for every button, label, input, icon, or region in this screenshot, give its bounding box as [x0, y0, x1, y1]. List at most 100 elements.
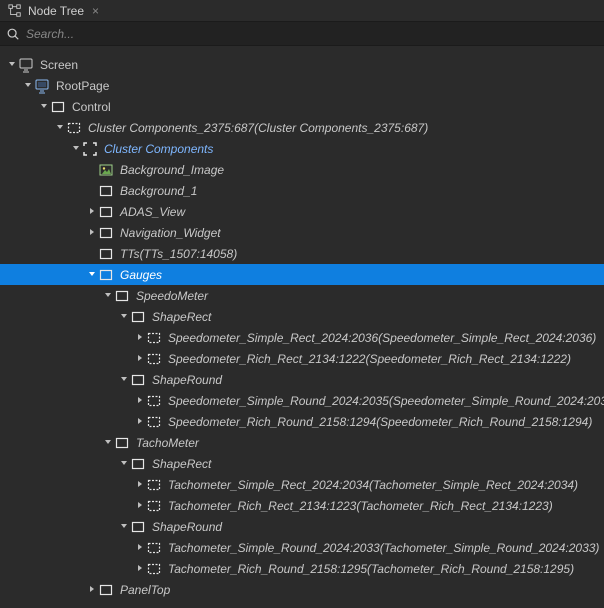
rect-icon: [98, 183, 114, 199]
node-label: SpeedoMeter: [136, 289, 208, 303]
node-screen[interactable]: Screen: [0, 54, 604, 75]
node-tree[interactable]: Screen RootPage Control Cluster Components_…: [0, 46, 604, 600]
node-speedo-simple-round[interactable]: Speedometer_Simple_Round_2024:2035 (Spee…: [0, 390, 604, 411]
node-tachometer[interactable]: TachoMeter: [0, 432, 604, 453]
chevron-right-icon[interactable]: [86, 207, 98, 217]
dashrect-icon: [146, 540, 162, 556]
node-background-image[interactable]: Background_Image: [0, 159, 604, 180]
node-speedo-shaperect[interactable]: ShapeRect: [0, 306, 604, 327]
node-label: Speedometer_Simple_Round_2024:2035: [168, 394, 389, 408]
chevron-right-icon[interactable]: [134, 480, 146, 490]
node-suffix: (TTs_1507:14058): [140, 247, 238, 261]
node-label: Navigation_Widget: [120, 226, 221, 240]
node-rootpage[interactable]: RootPage: [0, 75, 604, 96]
chevron-right-icon[interactable]: [134, 501, 146, 511]
node-label: Cluster Components_2375:687: [88, 121, 254, 135]
chevron-right-icon[interactable]: [134, 564, 146, 574]
node-navigation-widget[interactable]: Navigation_Widget: [0, 222, 604, 243]
dashrect-icon: [146, 330, 162, 346]
chevron-down-icon[interactable]: [86, 270, 98, 280]
node-suffix: (Tachometer_Simple_Rect_2024:2034): [369, 478, 578, 492]
search-input[interactable]: [20, 27, 598, 41]
node-label: Speedometer_Rich_Round_2158:1294: [168, 415, 376, 429]
node-suffix: (Tachometer_Rich_Round_2158:1295): [367, 562, 574, 576]
chevron-right-icon[interactable]: [86, 228, 98, 238]
node-paneltop[interactable]: PanelTop: [0, 579, 604, 600]
node-label: Tachometer_Simple_Round_2024:2033: [168, 541, 380, 555]
node-adas-view[interactable]: ADAS_View: [0, 201, 604, 222]
node-label: Screen: [40, 58, 78, 72]
chevron-right-icon[interactable]: [134, 396, 146, 406]
node-label: TTs: [120, 247, 140, 261]
node-suffix: (Tachometer_Rich_Rect_2134:1223): [356, 499, 552, 513]
node-speedo-rich-round[interactable]: Speedometer_Rich_Round_2158:1294 (Speedo…: [0, 411, 604, 432]
close-icon[interactable]: ×: [90, 5, 101, 17]
chevron-right-icon[interactable]: [134, 333, 146, 343]
rect-icon: [114, 288, 130, 304]
chevron-down-icon[interactable]: [102, 438, 114, 448]
node-label: Control: [72, 100, 111, 114]
node-background-1[interactable]: Background_1: [0, 180, 604, 201]
node-label: Background_1: [120, 184, 197, 198]
node-suffix: (Speedometer_Simple_Round_2024:2035): [389, 394, 604, 408]
node-suffix: (Speedometer_Rich_Round_2158:1294): [376, 415, 592, 429]
node-label: Speedometer_Simple_Rect_2024:2036: [168, 331, 378, 345]
panel-tab-label: Node Tree: [28, 4, 84, 18]
chevron-down-icon[interactable]: [118, 312, 130, 322]
node-control[interactable]: Control: [0, 96, 604, 117]
node-speedo-shaperound[interactable]: ShapeRound: [0, 369, 604, 390]
node-tacho-simple-rect[interactable]: Tachometer_Simple_Rect_2024:2034 (Tachom…: [0, 474, 604, 495]
node-label: PanelTop: [120, 583, 170, 597]
chevron-right-icon[interactable]: [134, 354, 146, 364]
chevron-down-icon[interactable]: [38, 102, 50, 112]
node-label: Speedometer_Rich_Rect_2134:1222: [168, 352, 365, 366]
node-label: Background_Image: [120, 163, 224, 177]
chevron-down-icon[interactable]: [54, 123, 66, 133]
rect-icon: [98, 267, 114, 283]
chevron-right-icon[interactable]: [86, 585, 98, 595]
node-tacho-rich-round[interactable]: Tachometer_Rich_Round_2158:1295 (Tachome…: [0, 558, 604, 579]
node-label: ShapeRound: [152, 520, 222, 534]
chevron-right-icon[interactable]: [134, 417, 146, 427]
node-label: Cluster Components: [104, 142, 213, 156]
node-speedo-rich-rect[interactable]: Speedometer_Rich_Rect_2134:1222 (Speedom…: [0, 348, 604, 369]
node-gauges[interactable]: Gauges: [0, 264, 604, 285]
chevron-down-icon[interactable]: [118, 522, 130, 532]
node-cluster-components[interactable]: Cluster Components: [0, 138, 604, 159]
node-label: ShapeRound: [152, 373, 222, 387]
node-label: Tachometer_Rich_Rect_2134:1223: [168, 499, 356, 513]
node-speedo-simple-rect[interactable]: Speedometer_Simple_Rect_2024:2036 (Speed…: [0, 327, 604, 348]
dashrect-icon: [146, 477, 162, 493]
node-speedometer[interactable]: SpeedoMeter: [0, 285, 604, 306]
node-label: Tachometer_Simple_Rect_2024:2034: [168, 478, 369, 492]
rect-icon: [130, 456, 146, 472]
dashrect-icon: [146, 561, 162, 577]
node-cluster-components-inst[interactable]: Cluster Components_2375:687 (Cluster Com…: [0, 117, 604, 138]
node-label: ADAS_View: [120, 205, 185, 219]
search-bar: [0, 22, 604, 46]
chevron-down-icon[interactable]: [102, 291, 114, 301]
dashrect-icon: [146, 498, 162, 514]
page-icon: [34, 78, 50, 94]
node-tacho-simple-round[interactable]: Tachometer_Simple_Round_2024:2033 (Tacho…: [0, 537, 604, 558]
corners-icon: [82, 141, 98, 157]
chevron-right-icon[interactable]: [134, 543, 146, 553]
panel-tab-nodetree[interactable]: Node Tree ×: [0, 0, 109, 21]
rect-icon: [130, 519, 146, 535]
dashrect-icon: [146, 414, 162, 430]
chevron-down-icon[interactable]: [70, 144, 82, 154]
chevron-down-icon[interactable]: [6, 60, 18, 70]
rect-icon: [130, 372, 146, 388]
rect-icon: [98, 225, 114, 241]
chevron-down-icon[interactable]: [22, 81, 34, 91]
node-label: ShapeRect: [152, 457, 211, 471]
dashrect-icon: [146, 393, 162, 409]
node-label: Gauges: [120, 268, 162, 282]
node-tacho-shaperect[interactable]: ShapeRect: [0, 453, 604, 474]
chevron-down-icon[interactable]: [118, 375, 130, 385]
rect-icon: [98, 246, 114, 262]
node-tts[interactable]: TTs (TTs_1507:14058): [0, 243, 604, 264]
chevron-down-icon[interactable]: [118, 459, 130, 469]
node-tacho-rich-rect[interactable]: Tachometer_Rich_Rect_2134:1223 (Tachomet…: [0, 495, 604, 516]
node-tacho-shaperound[interactable]: ShapeRound: [0, 516, 604, 537]
